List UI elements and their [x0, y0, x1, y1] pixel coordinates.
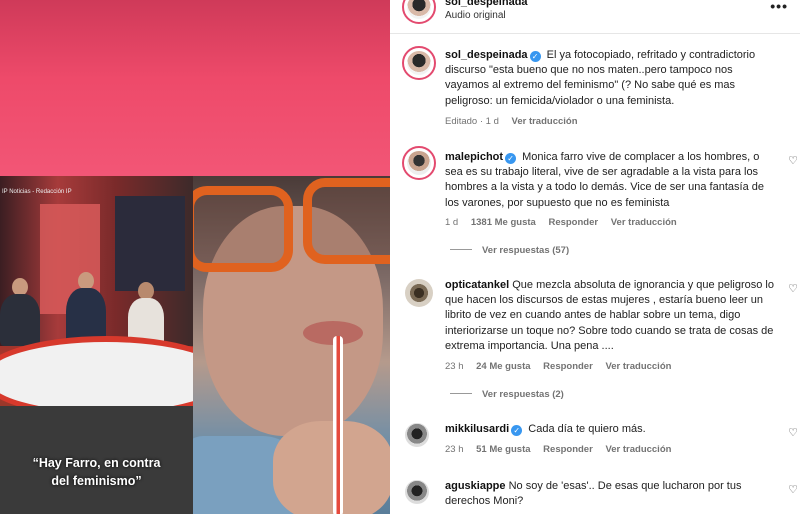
- view-replies-label: Ver respuestas (57): [482, 245, 570, 256]
- avatar[interactable]: [402, 276, 436, 310]
- comment-meta: Editado · 1 d Ver traducción: [445, 116, 588, 127]
- hand: [273, 421, 390, 514]
- post-header: sol_despeinada Audio original •••: [390, 0, 800, 32]
- comment-body: sol_despeinada ✓ El ya fotocopiado, refri…: [445, 48, 775, 109]
- comment-meta: 1 d 1381 Me gusta Responder Ver traducci…: [445, 217, 687, 228]
- glasses-lens: [193, 186, 293, 272]
- avatar[interactable]: [402, 420, 432, 450]
- header-divider: [390, 33, 800, 34]
- video-player[interactable]: IP Noticias - Redacción IP “Hay Farro, e…: [0, 0, 390, 514]
- comment-username[interactable]: opticatankel: [445, 279, 509, 291]
- replies-line: [450, 393, 472, 394]
- header-username[interactable]: sol_despeinada: [445, 0, 528, 8]
- glasses-lens: [303, 178, 390, 264]
- comment-time: 23 h: [445, 444, 464, 455]
- video-caption-line1: “Hay Farro, en contra: [32, 456, 161, 470]
- verified-icon: ✓: [505, 153, 517, 164]
- like-heart-icon[interactable]: ♡: [788, 154, 798, 167]
- like-heart-icon[interactable]: ♡: [788, 483, 798, 496]
- comment-body: mikkilusardi ✓ Cada día te quiero más.: [445, 422, 775, 437]
- comment-time: 1 d: [445, 217, 459, 228]
- view-replies-label: Ver respuestas (2): [482, 389, 564, 400]
- translate-link[interactable]: Ver traducción: [605, 361, 671, 372]
- like-heart-icon[interactable]: ♡: [788, 426, 798, 439]
- translate-link[interactable]: Ver traducción: [512, 116, 578, 127]
- video-top-background: [0, 0, 390, 176]
- comment-username[interactable]: mikkilusardi: [445, 423, 509, 435]
- more-options-icon[interactable]: •••: [770, 0, 788, 14]
- view-replies-button[interactable]: Ver respuestas (57): [450, 245, 569, 256]
- tv-panel-image: IP Noticias - Redacción IP “Hay Farro, e…: [0, 176, 193, 514]
- audio-label[interactable]: Audio original: [445, 10, 506, 21]
- verified-icon: ✓: [511, 425, 523, 436]
- translate-link[interactable]: Ver traducción: [605, 444, 671, 455]
- comments-pane[interactable]: sol_despeinada Audio original ••• sol_de…: [390, 0, 800, 514]
- comment-body: aguskiappe No soy de 'esas'.. De esas qu…: [445, 479, 775, 509]
- verified-icon: ✓: [529, 51, 541, 62]
- tv-studio-monitor: [115, 196, 185, 291]
- avatar[interactable]: [402, 46, 436, 80]
- likes-count[interactable]: 1381 Me gusta: [471, 217, 536, 228]
- selfie-panel-image: [193, 176, 390, 514]
- replies-line: [450, 249, 472, 250]
- straw: [333, 336, 343, 514]
- reply-button[interactable]: Responder: [543, 444, 593, 455]
- comment-username[interactable]: aguskiappe: [445, 480, 506, 492]
- tv-channel-label: IP Noticias - Redacción IP: [2, 189, 72, 195]
- comment-meta: 23 h 51 Me gusta Responder Ver traducció…: [445, 444, 681, 455]
- comment-meta: 23 h 24 Me gusta Responder Ver traducció…: [445, 361, 681, 372]
- comment-text: Cada día te quiero más.: [528, 423, 646, 435]
- comment-username[interactable]: sol_despeinada: [445, 49, 528, 61]
- comment-body: opticatankel Que mezcla absoluta de igno…: [445, 278, 775, 354]
- comment-time: 23 h: [445, 361, 464, 372]
- comment-username[interactable]: malepichot: [445, 151, 503, 163]
- likes-count[interactable]: 51 Me gusta: [476, 444, 530, 455]
- comment-body: malepichot ✓ Monica farro vive de complac…: [445, 150, 775, 211]
- like-heart-icon[interactable]: ♡: [788, 282, 798, 295]
- likes-count[interactable]: 24 Me gusta: [476, 361, 530, 372]
- avatar[interactable]: [402, 477, 432, 507]
- avatar[interactable]: [402, 146, 436, 180]
- comment-time: Editado · 1 d: [445, 116, 499, 127]
- view-replies-button[interactable]: Ver respuestas (2): [450, 389, 564, 400]
- reply-button[interactable]: Responder: [548, 217, 598, 228]
- video-caption-line2: del feminismo”: [51, 474, 142, 488]
- panelist: [0, 294, 40, 346]
- video-caption: “Hay Farro, en contra del feminismo”: [0, 454, 193, 490]
- translate-link[interactable]: Ver traducción: [611, 217, 677, 228]
- author-avatar[interactable]: [402, 0, 436, 24]
- reply-button[interactable]: Responder: [543, 361, 593, 372]
